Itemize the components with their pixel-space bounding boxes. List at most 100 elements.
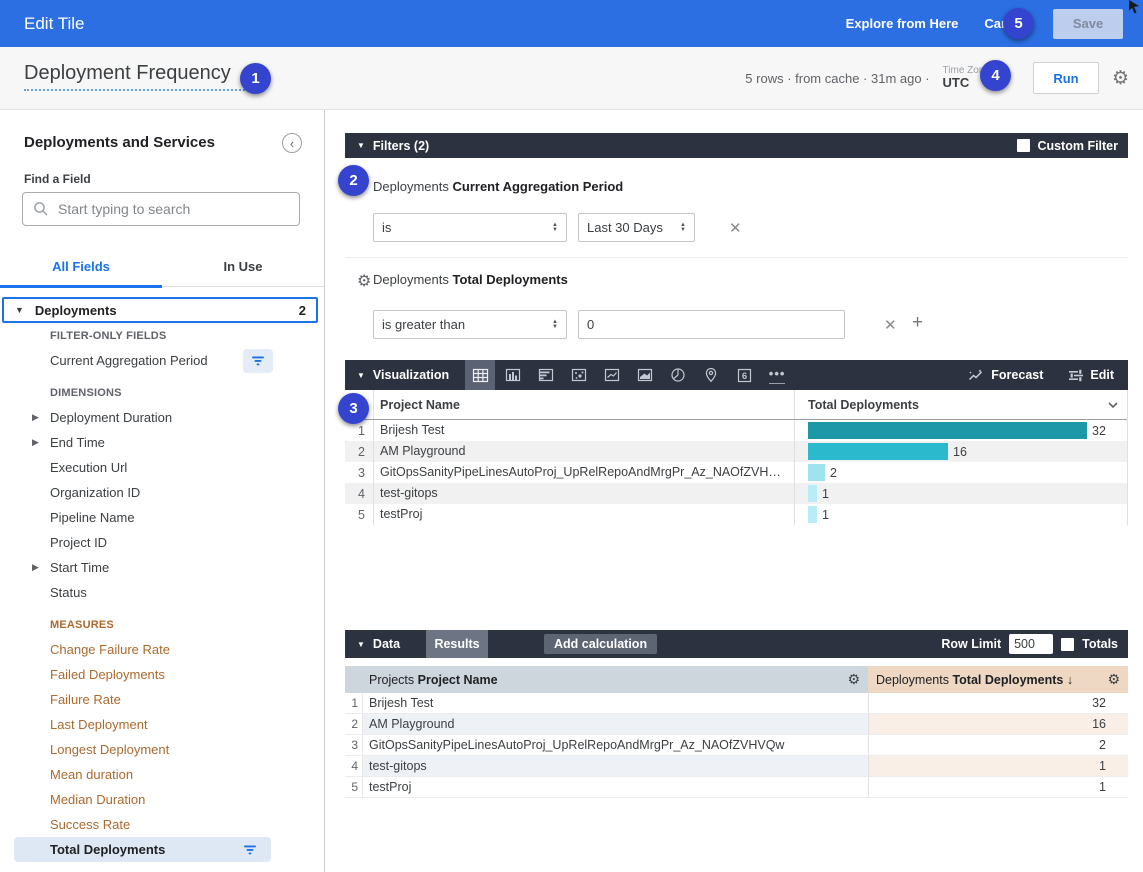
viz-measure-column-header[interactable]: Total Deployments	[795, 390, 1127, 419]
run-button[interactable]: Run	[1033, 62, 1099, 94]
chevron-down-icon[interactable]	[1107, 401, 1119, 409]
collapse-caret-icon[interactable]: ▼	[357, 640, 365, 649]
mouse-cursor	[1128, 0, 1140, 19]
field-item-start-time[interactable]: ▶Start Time	[0, 555, 324, 580]
expand-caret-icon[interactable]: ▶	[32, 562, 39, 573]
chevron-down-icon: ▼	[15, 305, 24, 315]
field-item-deployment-duration[interactable]: ▶Deployment Duration	[0, 405, 324, 430]
data-table-row[interactable]: 3GitOpsSanityPipeLinesAutoProj_UpRelRepo…	[345, 735, 1128, 756]
column-gear-icon[interactable]: ⚙	[1107, 671, 1120, 688]
field-item-end-time[interactable]: ▶End Time	[0, 430, 324, 455]
data-table-row[interactable]: 5testProj1	[345, 777, 1128, 798]
collapse-caret-icon[interactable]: ▼	[357, 371, 365, 380]
filter1-field: Current Aggregation Period	[453, 179, 624, 194]
viz-type-pie-chart-icon[interactable]	[663, 360, 693, 390]
expand-caret-icon[interactable]: ▶	[32, 412, 39, 423]
filter2-field: Total Deployments	[453, 272, 568, 287]
field-item-failure-rate[interactable]: Failure Rate	[0, 687, 324, 712]
viz-type-single-value-icon[interactable]: 6	[729, 360, 759, 390]
viz-type-map-icon[interactable]	[696, 360, 726, 390]
viz-dimension-column-header[interactable]: Project Name	[374, 390, 795, 419]
remove-filter2-icon[interactable]: ✕	[884, 316, 897, 334]
field-item-status[interactable]: Status	[0, 580, 324, 605]
filter1-operator-select[interactable]: is ▲▼	[373, 213, 567, 242]
select-updown-icon: ▲▼	[552, 223, 558, 232]
field-item-organization-id[interactable]: Organization ID	[0, 480, 324, 505]
collapse-sidebar-icon[interactable]: ‹	[282, 133, 302, 153]
viz-table-row[interactable]: 5testProj1	[345, 504, 1127, 525]
bar[interactable]	[808, 506, 817, 523]
sidebar-title: Deployments and Services	[24, 134, 215, 151]
bar[interactable]	[808, 422, 1087, 439]
viz-type-area-chart-icon[interactable]	[630, 360, 660, 390]
viz-table-row[interactable]: 2AM Playground16	[345, 441, 1127, 462]
filter-icon[interactable]	[243, 349, 273, 373]
explore-settings-gear-icon[interactable]: ⚙	[1112, 69, 1129, 88]
viz-type-bar-chart-icon[interactable]	[531, 360, 561, 390]
add-filter-icon[interactable]: +	[912, 312, 923, 334]
expand-caret-icon[interactable]: ▶	[32, 437, 39, 448]
data-panel-header[interactable]: ▼ Data Results Add calculation Row Limit…	[345, 630, 1128, 658]
forecast-button[interactable]: Forecast	[967, 368, 1043, 382]
results-tab[interactable]: Results	[426, 630, 488, 658]
data-table-row[interactable]: 1Brijesh Test32	[345, 693, 1128, 714]
data-table-row[interactable]: 2AM Playground16	[345, 714, 1128, 735]
field-item-pipeline-name[interactable]: Pipeline Name	[0, 505, 324, 530]
tab-in-use[interactable]: In Use	[162, 247, 324, 286]
viz-type-more-icon[interactable]: •••	[762, 360, 792, 390]
bar[interactable]	[808, 485, 817, 502]
remove-filter1-icon[interactable]: ✕	[729, 219, 742, 237]
save-button[interactable]: Save	[1053, 9, 1123, 39]
filters-panel-header[interactable]: ▼ Filters (2) Custom Filter	[345, 133, 1128, 158]
viz-table-row[interactable]: 1Brijesh Test32	[345, 420, 1127, 441]
sliders-icon	[1069, 369, 1083, 382]
filter2-gear-icon[interactable]: ⚙	[357, 271, 371, 291]
field-search-box[interactable]	[22, 192, 300, 226]
field-item-execution-url[interactable]: Execution Url	[0, 455, 324, 480]
viz-type-scatter-plot-icon[interactable]	[564, 360, 594, 390]
data-dimension-column-header[interactable]: Projects Project Name ⚙	[363, 666, 868, 693]
find-a-field-label: Find a Field	[24, 172, 91, 186]
field-item-total-deployments[interactable]: Total Deployments	[14, 837, 271, 862]
field-item-current-aggregation-period[interactable]: Current Aggregation Period	[0, 348, 324, 373]
field-item-success-rate[interactable]: Success Rate	[0, 812, 324, 837]
viz-type-line-chart-icon[interactable]	[597, 360, 627, 390]
measure-cell: 1	[868, 756, 1128, 776]
totals-checkbox[interactable]	[1061, 638, 1074, 651]
bar[interactable]	[808, 464, 825, 481]
field-group-deployments[interactable]: ▼ Deployments 2	[2, 297, 318, 323]
row-number: 5	[345, 504, 374, 525]
page-title[interactable]: Deployment Frequency	[24, 62, 253, 91]
visualization-panel-header[interactable]: ▼ Visualization 6 ••• Forecast Edit	[345, 360, 1128, 390]
row-limit-input[interactable]	[1009, 634, 1053, 654]
filter2-operator-select[interactable]: is greater than ▲▼	[373, 310, 567, 339]
data-measure-column-header[interactable]: Deployments Total Deployments ↓ ⚙	[868, 666, 1128, 693]
edit-viz-button[interactable]: Edit	[1069, 368, 1114, 382]
tab-all-fields[interactable]: All Fields	[0, 247, 162, 286]
data-table-row[interactable]: 4test-gitops1	[345, 756, 1128, 777]
bar[interactable]	[808, 443, 948, 460]
sort-descending-icon[interactable]: ↓	[1067, 673, 1073, 687]
filter2-value-input[interactable]	[578, 310, 845, 339]
column-gear-icon[interactable]: ⚙	[847, 671, 860, 688]
custom-filter-checkbox[interactable]	[1017, 139, 1030, 152]
filter1-value-select[interactable]: Last 30 Days ▲▼	[578, 213, 695, 242]
custom-filter-toggle[interactable]: Custom Filter	[1017, 139, 1118, 153]
viz-type-column-chart-icon[interactable]	[498, 360, 528, 390]
filter-icon[interactable]	[235, 838, 265, 862]
explore-from-here-link[interactable]: Explore from Here	[846, 16, 959, 31]
field-item-last-deployment[interactable]: Last Deployment	[0, 712, 324, 737]
field-item-mean-duration[interactable]: Mean duration	[0, 762, 324, 787]
add-calculation-button[interactable]: Add calculation	[544, 634, 657, 654]
field-item-longest-deployment[interactable]: Longest Deployment	[0, 737, 324, 762]
field-item-failed-deployments[interactable]: Failed Deployments	[0, 662, 324, 687]
dimension-cell: testProj	[363, 777, 868, 797]
field-item-median-duration[interactable]: Median Duration	[0, 787, 324, 812]
field-item-change-failure-rate[interactable]: Change Failure Rate	[0, 637, 324, 662]
viz-type-table-icon[interactable]	[465, 360, 495, 390]
viz-table-row[interactable]: 3GitOpsSanityPipeLinesAutoProj_UpRelRepo…	[345, 462, 1127, 483]
field-item-project-id[interactable]: Project ID	[0, 530, 324, 555]
collapse-caret-icon[interactable]: ▼	[357, 141, 365, 150]
field-search-input[interactable]	[58, 201, 289, 217]
viz-table-row[interactable]: 4test-gitops1	[345, 483, 1127, 504]
